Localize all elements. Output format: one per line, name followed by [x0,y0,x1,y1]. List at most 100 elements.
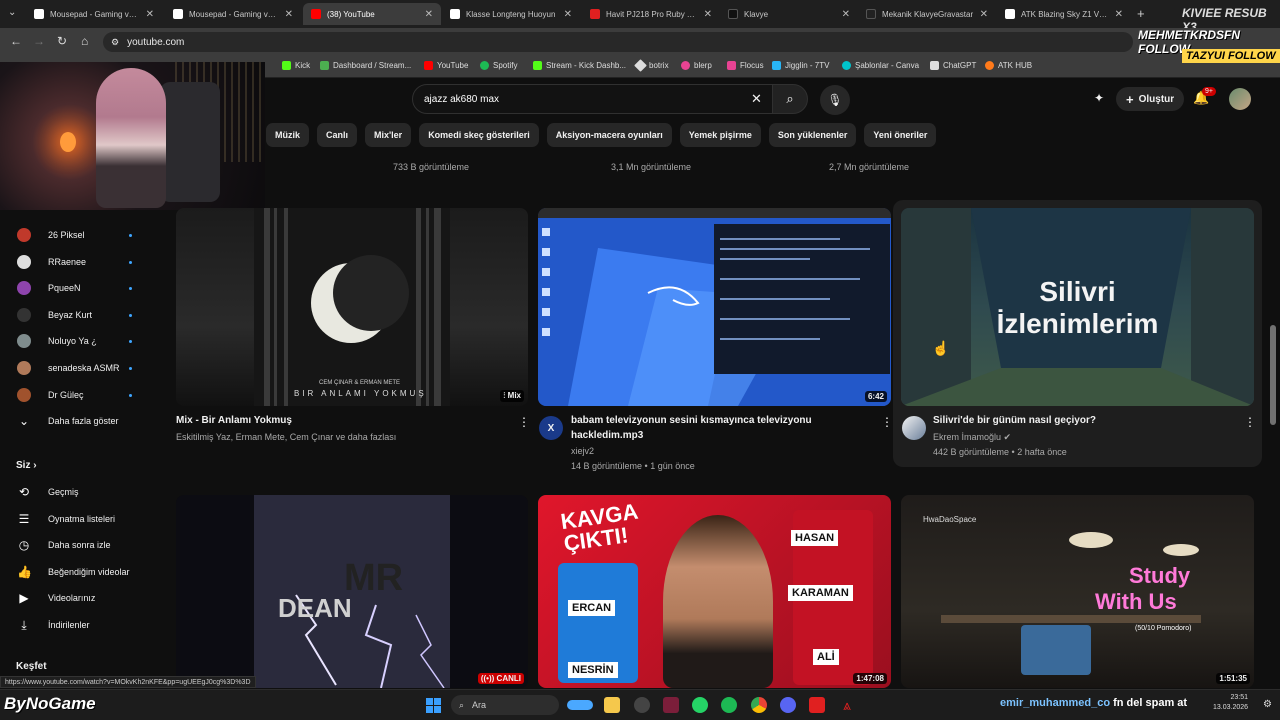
bookmark-dashboard[interactable]: Dashboard / Stream... [320,61,411,70]
chip-muzik[interactable]: Müzik [266,123,310,147]
address-bar[interactable]: ⚙ youtube.com [103,32,1133,52]
close-icon[interactable]: ✕ [980,9,988,20]
tab-search-icon[interactable]: ⌄ [8,7,16,18]
home-icon[interactable]: ⌂ [81,34,88,48]
video-thumbnail[interactable]: 6:42 [538,208,891,406]
clear-search-icon[interactable]: ✕ [751,91,762,107]
page-scrollbar[interactable] [1270,325,1276,425]
video-title[interactable]: Mix - Bir Anlamı Yokmuş [176,414,292,428]
settings-gear-icon[interactable]: ⚙ [1263,699,1272,710]
bookmark-kick[interactable]: Kick [282,61,310,70]
create-button[interactable]: + Oluştur [1116,87,1185,111]
tab-4[interactable]: Klasse Longteng Huoyun ✕ [442,3,580,25]
sidebar-item-senadeska[interactable]: senadeska ASMR [0,355,150,381]
sidebar-item-rraenee[interactable]: RRaenee [0,249,150,275]
video-thumbnail[interactable]: DEAN MR ((•)) CANLI [176,495,528,688]
more-options-icon[interactable]: ⋮ [518,415,530,429]
app-red-icon[interactable] [809,697,825,713]
video-title[interactable]: Silivri'de bir günüm nasıl geçiyor? [933,414,1096,428]
spotify-icon[interactable] [721,697,737,713]
chip-yemek[interactable]: Yemek pişirme [679,123,761,147]
bookmark-blerp[interactable]: blerp [681,61,712,70]
show-more-button[interactable]: ⌄ Daha fazla göster [0,408,150,434]
sidebar-item-drgulec[interactable]: Dr Güleç [0,382,150,408]
tab-5[interactable]: Havit PJ218 Pro Ruby Taş ✕ [582,3,720,25]
chip-komedi[interactable]: Komedi skeç gösterileri [419,123,539,147]
bookmark-botrix[interactable]: botrix [634,59,669,72]
bookmark-spotify[interactable]: Spotify [480,61,517,70]
close-icon[interactable]: ✕ [425,9,433,20]
you-section-heading[interactable]: Siz › [16,460,37,471]
sidebar-item-liked[interactable]: 👍 Beğendiğim videolar [0,559,150,585]
sidebar-item-26piksel[interactable]: 26 Piksel [0,222,150,248]
site-info-icon[interactable]: ⚙ [111,37,119,48]
tab-youtube[interactable]: (38) YouTube ✕ [303,3,441,25]
discord-icon[interactable] [780,697,796,713]
bookmark-atk[interactable]: ATK HUB [985,61,1032,70]
close-icon[interactable]: ✕ [146,9,154,20]
system-clock[interactable]: 23:51 13.03.2026 [1213,693,1248,713]
tab-6[interactable]: Klavye ✕ [720,3,858,25]
chip-mixler[interactable]: Mix'ler [365,123,412,147]
chrome-icon[interactable] [751,697,767,713]
sidebar-item-downloads[interactable]: ⤓ İndirilenler [0,612,150,638]
cast-icon[interactable]: ✦ [1094,91,1104,105]
close-icon[interactable]: ✕ [1115,9,1123,20]
windows-start-icon[interactable] [426,698,441,713]
channel-avatar[interactable] [902,416,926,440]
tab-7[interactable]: Mekanik KlavyeGravastar ✕ [858,3,996,25]
video-channel[interactable]: Eskitilmiş Yaz, Erman Mete, Cem Çınar ve… [176,432,396,442]
widget-icon[interactable] [567,700,593,710]
bookmark-7tv[interactable]: Jigglin - 7TV [772,61,829,70]
video-title-line2[interactable]: hackledim.mp3 [571,429,643,443]
reload-icon[interactable]: ↻ [57,34,67,48]
video-thumbnail[interactable]: KAVGA ÇIKTI! ERCAN NESRİN HASAN KARAMAN … [538,495,891,688]
chip-canli[interactable]: Canlı [317,123,358,147]
channel-avatar[interactable]: X [539,416,563,440]
chip-yeni[interactable]: Yeni öneriler [864,123,937,147]
forward-icon[interactable]: → [33,34,45,48]
obs-icon[interactable] [634,697,650,713]
new-tab-button[interactable]: + [1137,6,1145,21]
sidebar-item-history[interactable]: ⟲ Geçmiş [0,479,150,505]
tab-label: (38) YouTube [327,9,375,19]
file-explorer-icon[interactable] [604,697,620,713]
video-channel[interactable]: xiejv2 [571,446,594,456]
video-thumbnail[interactable]: CEM ÇINAR & ERMAN METE BIR ANLAMI YOKMUŞ… [176,208,528,406]
sidebar-item-noluyoya[interactable]: Noluyo Ya ¿ [0,328,150,354]
app-icon[interactable] [663,697,679,713]
close-icon[interactable]: ✕ [704,9,712,20]
chip-son[interactable]: Son yüklenenler [768,123,857,147]
close-icon[interactable]: ✕ [564,9,572,20]
bookmark-stream-kick[interactable]: Stream - Kick Dashb... [533,61,626,70]
close-icon[interactable]: ✕ [285,9,293,20]
video-title[interactable]: babam televizyonun sesini kısmayınca tel… [571,414,812,428]
more-options-icon[interactable]: ⋮ [1244,415,1256,429]
whatsapp-icon[interactable] [692,697,708,713]
taskbar-search[interactable]: ⌕ Ara [451,695,559,715]
sidebar-item-watch-later[interactable]: ◷ Daha sonra izle [0,532,150,558]
bookmark-canva[interactable]: Şablonlar - Canva [842,61,919,70]
search-input[interactable]: ajazz ak680 max [412,84,774,114]
more-options-icon[interactable]: ⋮ [881,415,893,429]
close-icon[interactable]: ✕ [842,9,850,20]
sidebar-item-beyazkurt[interactable]: Beyaz Kurt [0,302,150,328]
account-avatar[interactable] [1229,88,1251,110]
sidebar-item-playlists[interactable]: ☰ Oynatma listeleri [0,506,150,532]
bookmark-chatgpt[interactable]: ChatGPT [930,61,976,70]
video-thumbnail[interactable]: Silivri İzlenimlerim ☝ [901,208,1254,406]
bookmark-flocus[interactable]: Flocus [727,61,764,70]
chip-aksiyon[interactable]: Aksiyon-macera oyunları [546,123,672,147]
tab-1[interactable]: Mousepad - Gaming ve O ✕ [26,3,162,25]
bookmark-youtube[interactable]: YouTube [424,61,468,70]
video-channel[interactable]: Ekrem İmamoğlu ✔ [933,432,1011,443]
back-icon[interactable]: ← [10,34,22,48]
sidebar-item-your-videos[interactable]: ▶ Videolarınız [0,585,150,611]
tool-icon[interactable]: ⩓ [839,697,855,713]
video-thumbnail[interactable]: HwaDaoSpace Study With Us (50/10 Pomodor… [901,495,1254,688]
search-button[interactable]: ⌕ [772,84,808,114]
tab-8[interactable]: ATK Blazing Sky Z1 V2 W ✕ [997,3,1131,25]
voice-search-button[interactable]: 🎙 [820,85,850,115]
sidebar-item-pqueen[interactable]: PqueeN [0,275,150,301]
tab-2[interactable]: Mousepad - Gaming ve O ✕ [165,3,301,25]
